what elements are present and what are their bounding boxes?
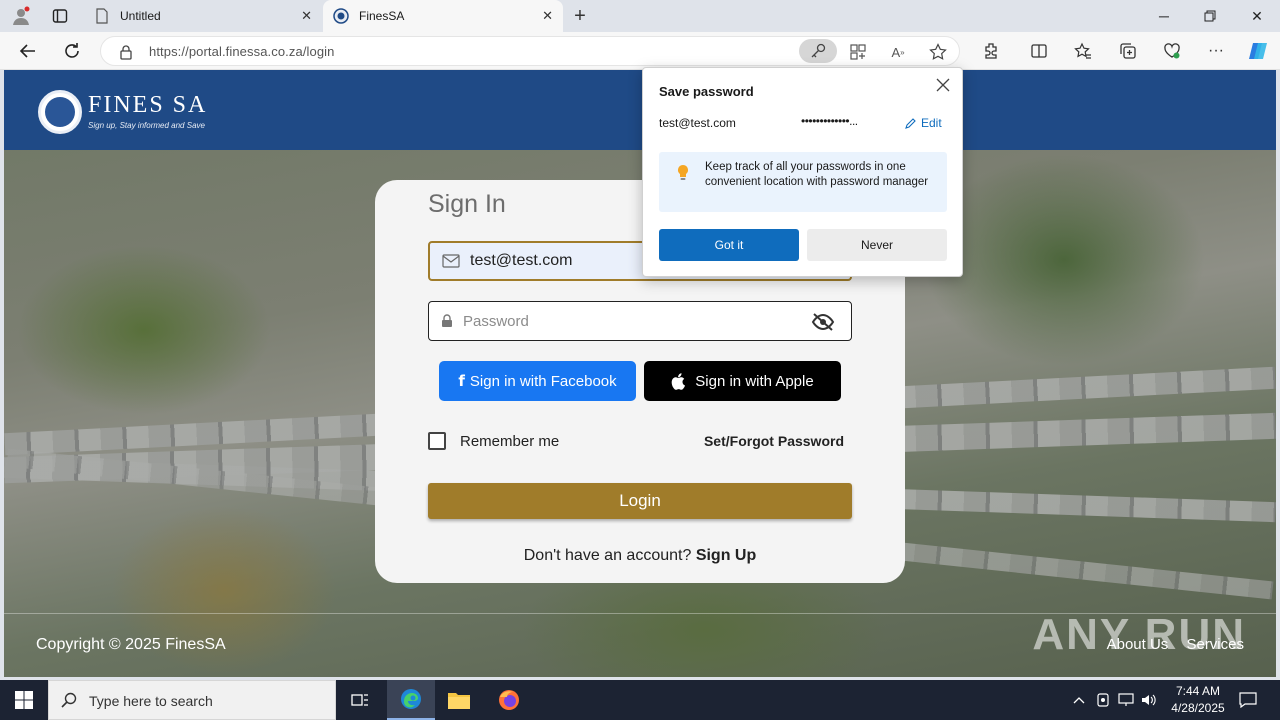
- network-icon[interactable]: [1115, 680, 1137, 720]
- taskbar-clock[interactable]: 7:44 AM 4/28/2025: [1160, 683, 1236, 717]
- footer-link-about[interactable]: About Us: [1107, 636, 1169, 653]
- lock-icon[interactable]: [119, 44, 133, 60]
- volume-icon[interactable]: [1138, 680, 1160, 720]
- taskbar: Type here to search 7:44 AM 4/28/2025: [0, 680, 1280, 720]
- edit-button[interactable]: Edit: [905, 116, 942, 130]
- favorite-star-icon[interactable]: [927, 41, 949, 63]
- remember-me[interactable]: Remember me: [428, 432, 559, 450]
- more-menu-icon[interactable]: ···: [1201, 37, 1231, 65]
- page-icon: [96, 8, 108, 24]
- security-tray-icon[interactable]: [1092, 680, 1114, 720]
- apple-label: Sign in with Apple: [695, 372, 814, 390]
- got-it-button[interactable]: Got it: [659, 229, 799, 261]
- facebook-icon: f: [458, 372, 465, 390]
- saved-username: test@test.com: [659, 116, 736, 130]
- email-value: test@test.com: [470, 252, 573, 269]
- signup-prompt: Don't have an account? Sign Up: [375, 547, 905, 565]
- search-icon: [61, 692, 77, 708]
- search-placeholder: Type here to search: [89, 693, 213, 709]
- start-button[interactable]: [0, 680, 48, 720]
- tab-untitled[interactable]: Untitled ✕: [84, 0, 322, 32]
- close-tab-icon[interactable]: ✕: [301, 8, 312, 24]
- profile-icon[interactable]: [6, 2, 36, 30]
- minimize-icon[interactable]: ─: [1141, 0, 1187, 32]
- saved-password-masked: •••••••••••••...: [801, 114, 858, 128]
- refresh-icon[interactable]: [57, 37, 87, 65]
- password-manager-tip: Keep track of all your passwords in one …: [659, 152, 947, 212]
- login-button[interactable]: Login: [428, 483, 852, 519]
- password-key-icon[interactable]: [799, 39, 837, 63]
- close-window-icon[interactable]: ✕: [1234, 0, 1280, 32]
- password-placeholder: Password: [463, 313, 529, 330]
- tab-title: FinesSA: [359, 9, 405, 23]
- apple-signin-button[interactable]: Sign in with Apple: [644, 361, 841, 401]
- lock-icon: [442, 314, 452, 327]
- tip-text: Keep track of all your passwords in one …: [705, 161, 929, 188]
- extensions-icon[interactable]: [976, 37, 1006, 65]
- tab-actions-icon[interactable]: [45, 2, 75, 30]
- copyright-text: Copyright © 2025 FinesSA: [36, 636, 226, 653]
- restore-icon[interactable]: [1187, 0, 1233, 32]
- edit-label: Edit: [921, 116, 942, 130]
- close-icon[interactable]: [934, 76, 952, 94]
- lightbulb-icon: [678, 165, 688, 180]
- pencil-icon: [905, 118, 916, 129]
- firefox-icon[interactable]: [485, 680, 533, 720]
- apple-icon: [671, 372, 686, 390]
- notification-icon[interactable]: [1236, 680, 1260, 720]
- tab-title: Untitled: [120, 9, 161, 23]
- browser-essentials-icon[interactable]: [1157, 37, 1187, 65]
- password-field[interactable]: Password: [428, 301, 852, 341]
- popup-title: Save password: [659, 84, 754, 99]
- close-tab-icon[interactable]: ✕: [542, 8, 553, 24]
- facebook-label: Sign in with Facebook: [469, 372, 617, 390]
- new-tab-icon[interactable]: +: [565, 2, 595, 30]
- finessa-logo-icon[interactable]: [38, 90, 82, 134]
- remember-me-label: Remember me: [460, 432, 560, 450]
- footer-link-services[interactable]: Services: [1186, 636, 1244, 653]
- facebook-signin-button[interactable]: f Sign in with Facebook: [439, 361, 636, 401]
- mail-icon: [442, 254, 460, 268]
- collections-icon[interactable]: [1113, 37, 1143, 65]
- back-icon[interactable]: [13, 37, 43, 65]
- signup-link[interactable]: Sign Up: [696, 547, 756, 564]
- copilot-icon[interactable]: [1243, 37, 1273, 65]
- page-content: FINES SA Sign up, Stay informed and Save…: [4, 70, 1276, 677]
- remember-me-checkbox[interactable]: [428, 432, 446, 450]
- logo-name[interactable]: FINES SA: [88, 92, 207, 119]
- url-text[interactable]: https://portal.finessa.co.za/login: [149, 44, 335, 59]
- clock-date: 4/28/2025: [1171, 701, 1225, 715]
- no-account-text: Don't have an account?: [523, 547, 692, 564]
- signin-title: Sign In: [428, 190, 506, 218]
- logo-tagline: Sign up, Stay informed and Save: [88, 121, 205, 130]
- never-button[interactable]: Never: [807, 229, 947, 261]
- save-password-popup: Save password test@test.com ••••••••••••…: [642, 67, 963, 277]
- finessa-favicon-icon: [333, 8, 349, 24]
- footer-links: About Us Services: [1093, 636, 1244, 653]
- hide-password-icon[interactable]: [811, 312, 835, 332]
- browser-toolbar: https://portal.finessa.co.za/login A» ··…: [0, 32, 1280, 70]
- app-available-icon[interactable]: [847, 41, 869, 63]
- read-aloud-icon[interactable]: A»: [887, 41, 909, 63]
- browser-tab-bar: Untitled ✕ FinesSA ✕ + ─ ✕: [0, 0, 1280, 32]
- split-screen-icon[interactable]: [1024, 37, 1054, 65]
- taskbar-search[interactable]: Type here to search: [48, 680, 336, 720]
- forgot-password-link[interactable]: Set/Forgot Password: [704, 433, 844, 449]
- address-bar[interactable]: https://portal.finessa.co.za/login A»: [100, 36, 960, 66]
- tab-finessa[interactable]: FinesSA ✕: [323, 0, 563, 32]
- edge-taskbar-icon[interactable]: [387, 680, 435, 720]
- windows-logo-icon: [15, 691, 33, 709]
- file-explorer-icon[interactable]: [435, 680, 483, 720]
- show-hidden-icons[interactable]: [1068, 680, 1090, 720]
- favorites-icon[interactable]: [1068, 37, 1098, 65]
- task-view-icon[interactable]: [336, 680, 384, 720]
- site-header: FINES SA Sign up, Stay informed and Save: [4, 70, 1276, 150]
- clock-time: 7:44 AM: [1175, 684, 1221, 698]
